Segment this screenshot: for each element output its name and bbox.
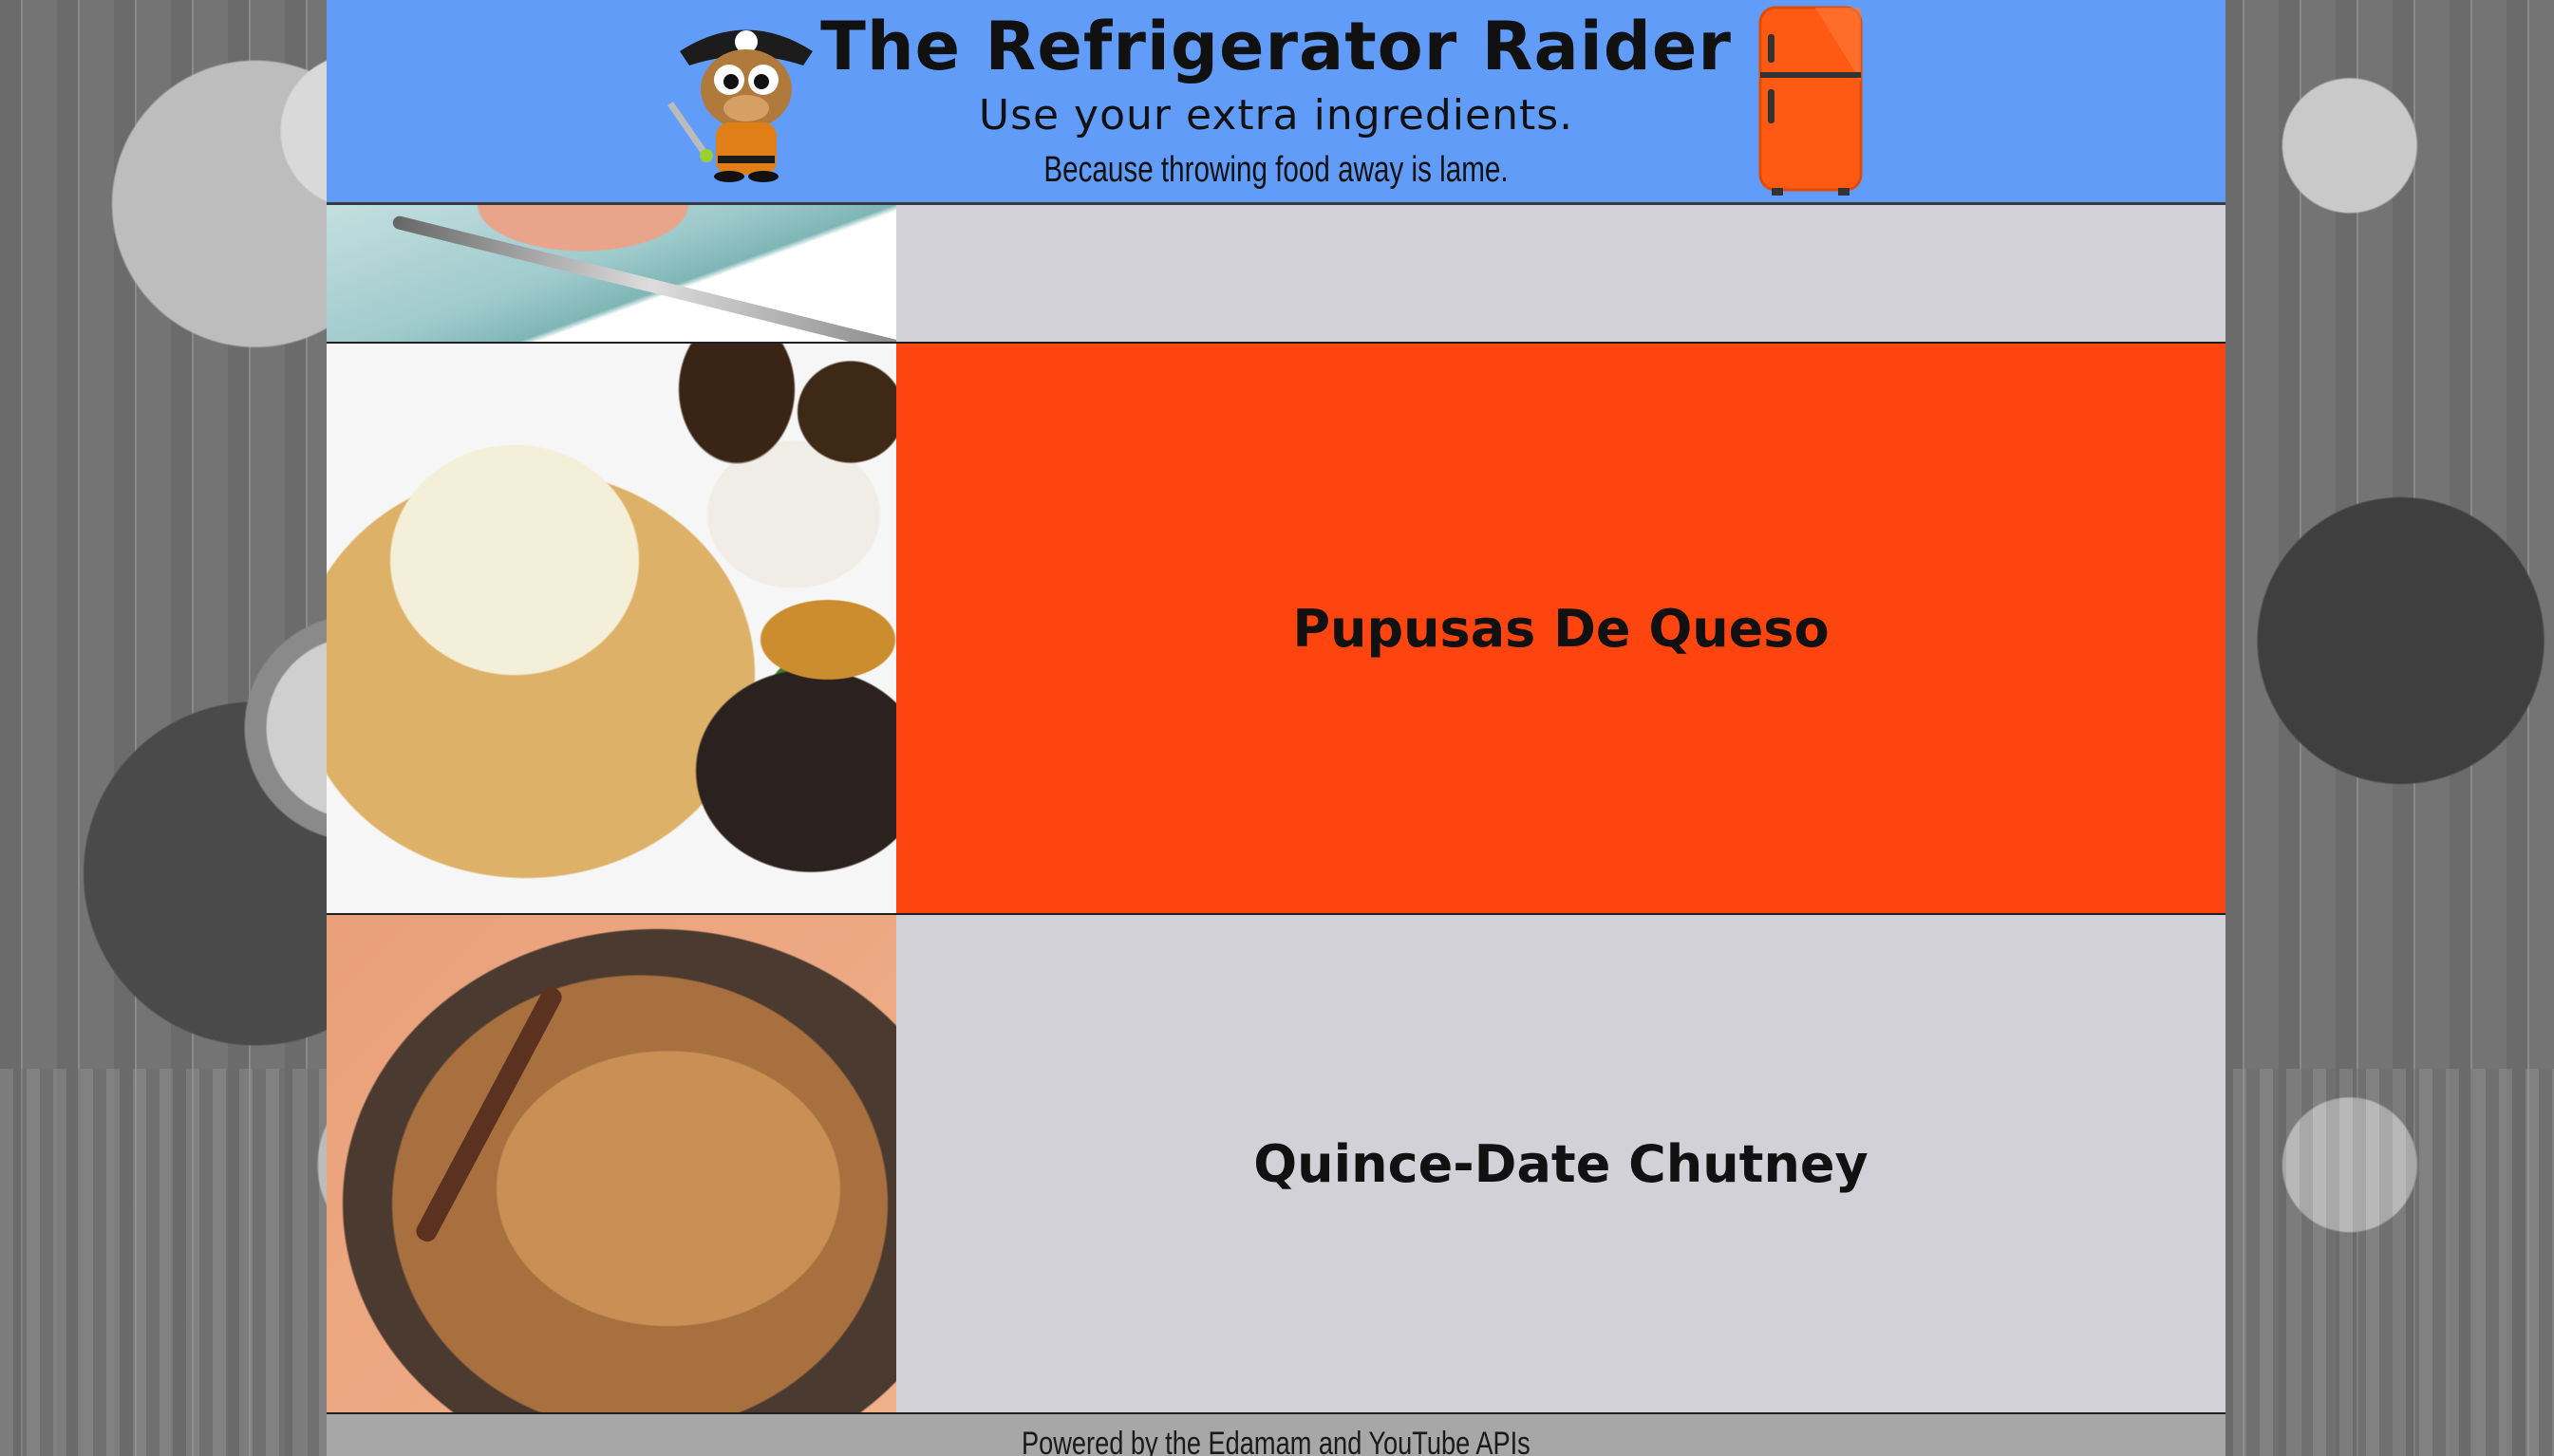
- recipe-image[interactable]: [327, 344, 896, 913]
- recipe-title[interactable]: Pupusas De Queso: [1292, 599, 1829, 659]
- recipe-image[interactable]: [327, 205, 896, 342]
- refrigerator-icon: [1758, 6, 1863, 196]
- recipe-title-cell[interactable]: Pupusas De Queso: [896, 344, 2225, 913]
- site-title: The Refrigerator Raider: [820, 8, 1732, 85]
- recipe-row[interactable]: Quince-Date Chutney: [327, 915, 2225, 1414]
- footer-credit: Powered by the Edamam and YouTube APIs: [1022, 1425, 1531, 1456]
- recipe-photo: [327, 915, 896, 1412]
- recipe-row[interactable]: Pupusas De Queso: [327, 344, 2225, 915]
- recipe-image[interactable]: [327, 915, 896, 1412]
- recipe-title-cell[interactable]: [896, 205, 2225, 342]
- recipe-row[interactable]: [327, 205, 2225, 344]
- site-header: The Refrigerator Raider Use your extra i…: [327, 0, 2225, 205]
- main-container: The Refrigerator Raider Use your extra i…: [327, 0, 2225, 1456]
- site-tagline: Use your extra ingredients.: [978, 91, 1574, 140]
- recipe-photo: [327, 205, 896, 342]
- recipe-title[interactable]: Quince-Date Chutney: [1253, 1134, 1868, 1194]
- site-footer: Powered by the Edamam and YouTube APIs: [327, 1414, 2225, 1456]
- recipe-title-cell[interactable]: Quince-Date Chutney: [896, 915, 2225, 1412]
- recipe-photo: [327, 344, 896, 913]
